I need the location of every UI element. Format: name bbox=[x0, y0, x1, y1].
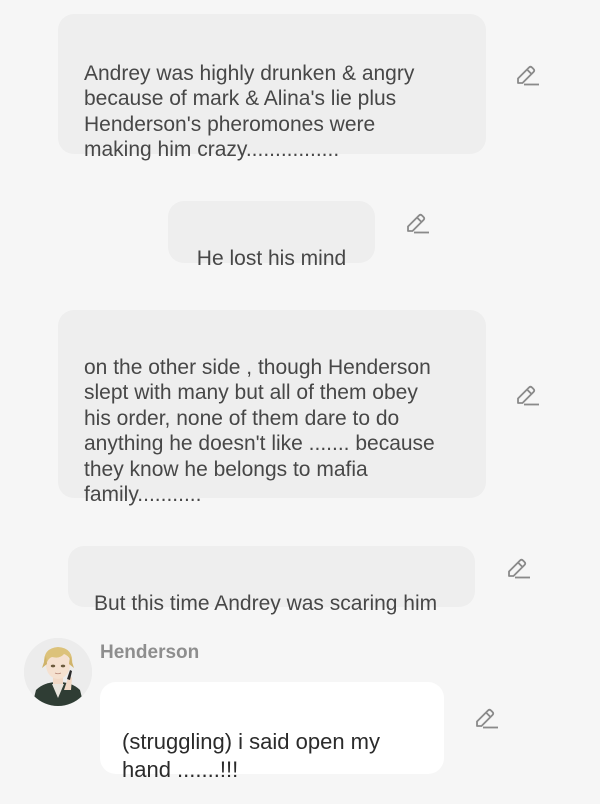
narration-bubble-1: Andrey was highly drunken & angry becaus… bbox=[58, 14, 486, 161]
narration-bubble-2: He lost his mind bbox=[168, 201, 375, 270]
edit-icon[interactable] bbox=[404, 213, 430, 235]
narration-text-2: He lost his mind bbox=[196, 246, 347, 270]
dialogue-bubble: (struggling) i said open my hand .......… bbox=[100, 682, 444, 782]
edit-icon[interactable] bbox=[514, 65, 540, 87]
edit-icon[interactable] bbox=[473, 708, 499, 730]
chat-story-view: Andrey was highly drunken & angry becaus… bbox=[0, 0, 600, 804]
narration-text-1: Andrey was highly drunken & angry becaus… bbox=[84, 61, 415, 162]
dialogue-text: (struggling) i said open my hand .......… bbox=[122, 729, 381, 782]
edit-icon[interactable] bbox=[505, 558, 531, 580]
narration-bubble-3: on the other side , though Henderson sle… bbox=[58, 310, 486, 506]
narration-text-3: on the other side , though Henderson sle… bbox=[84, 355, 435, 507]
speaker-name: Henderson bbox=[100, 642, 200, 663]
character-avatar[interactable] bbox=[24, 638, 92, 706]
edit-icon[interactable] bbox=[514, 385, 540, 407]
narration-text-4: But this time Andrey was scaring him bbox=[94, 591, 438, 615]
narration-bubble-4: But this time Andrey was scaring him bbox=[68, 546, 475, 615]
